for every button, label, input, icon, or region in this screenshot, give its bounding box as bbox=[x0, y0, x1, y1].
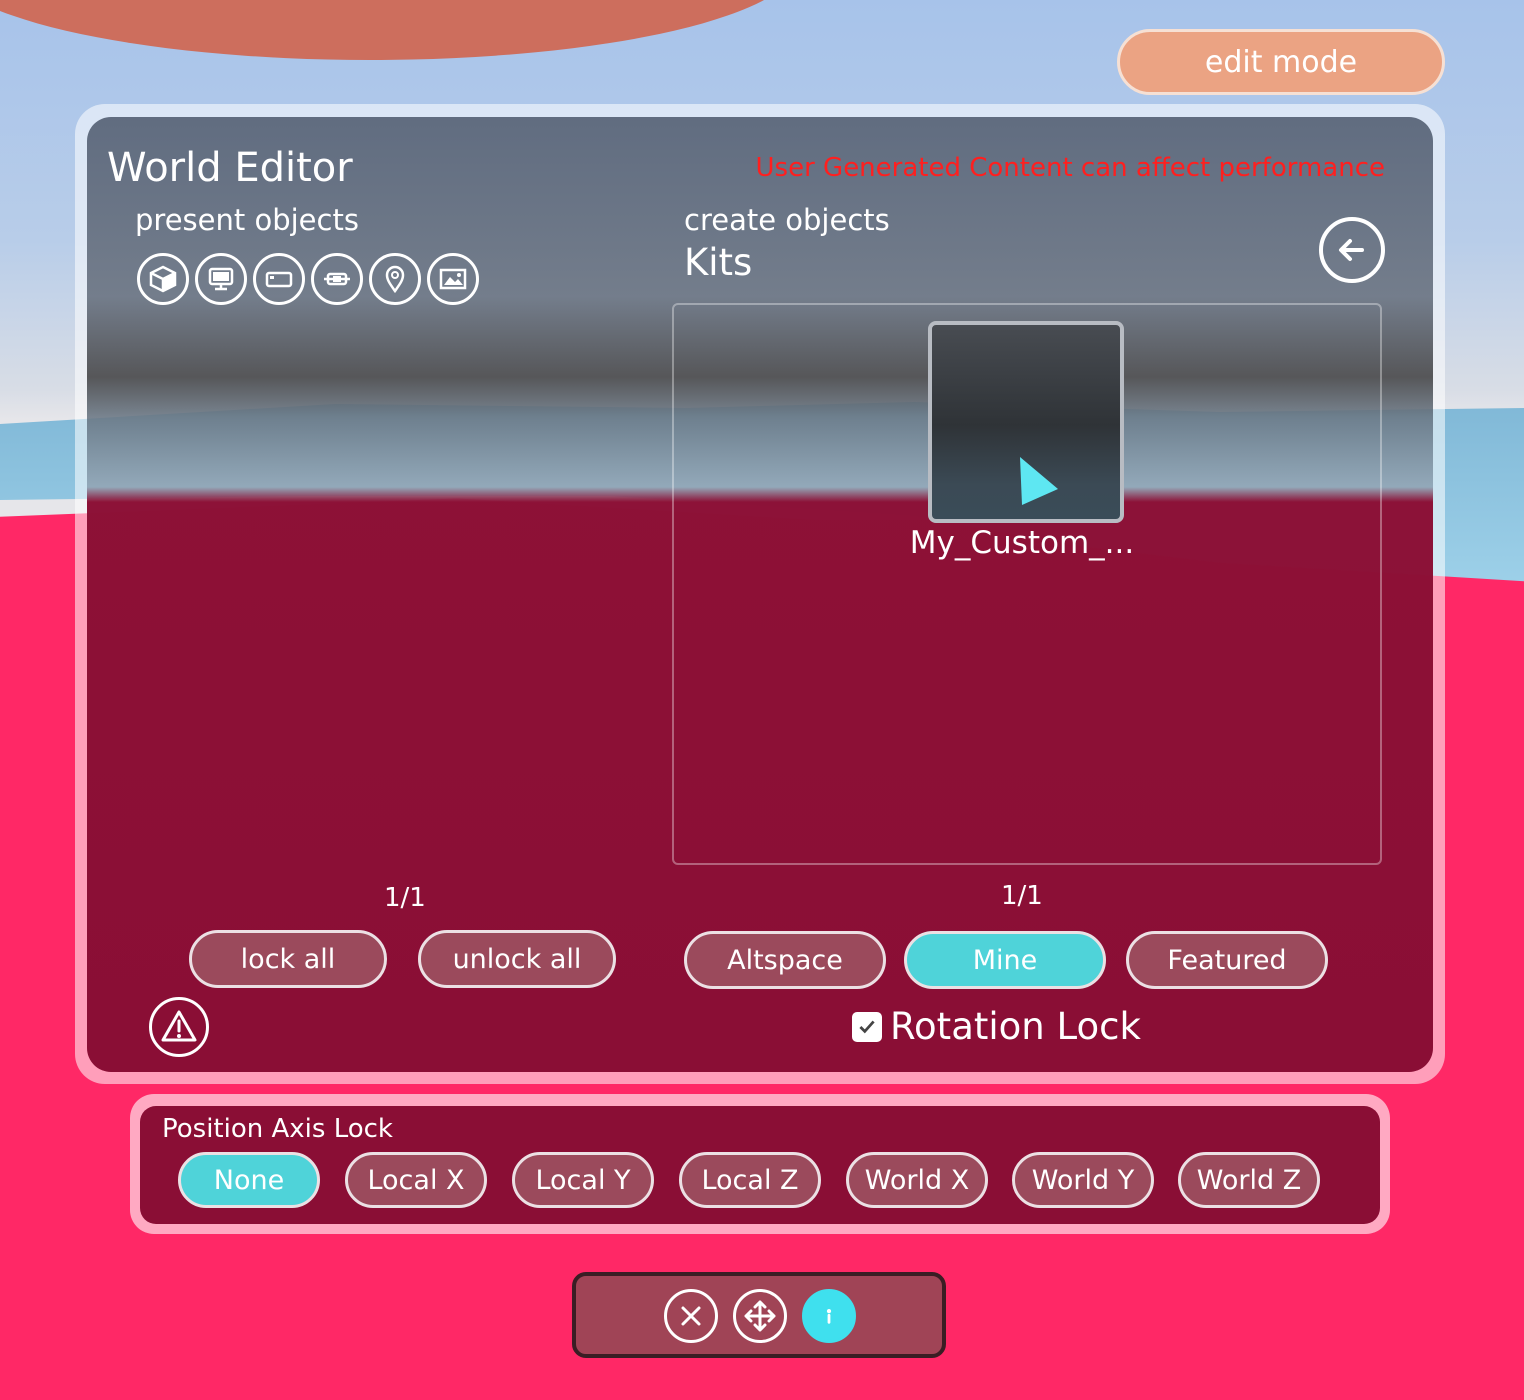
lock-all-button[interactable]: lock all bbox=[189, 930, 387, 988]
present-object-icons bbox=[137, 253, 479, 305]
axis-lock-label: Position Axis Lock bbox=[162, 1114, 393, 1144]
unlock-all-button[interactable]: unlock all bbox=[418, 930, 616, 988]
rotation-lock-checkbox[interactable] bbox=[852, 1011, 882, 1042]
axis-world-z[interactable]: World Z bbox=[1178, 1152, 1320, 1208]
move-icon bbox=[744, 1300, 776, 1332]
axis-lock-panel: Position Axis Lock None Local X Local Y … bbox=[140, 1106, 1380, 1224]
axis-world-y[interactable]: World Y bbox=[1012, 1152, 1154, 1208]
create-objects-label: create objects bbox=[684, 203, 890, 237]
present-page-indicator: 1/1 bbox=[384, 883, 426, 913]
panel-title: World Editor bbox=[107, 145, 353, 191]
location-pin-icon[interactable] bbox=[369, 253, 421, 305]
bottom-toolbar bbox=[572, 1272, 946, 1358]
play-icon bbox=[1020, 457, 1058, 505]
edit-mode-button[interactable]: edit mode bbox=[1117, 29, 1445, 95]
create-page-indicator: 1/1 bbox=[1001, 881, 1043, 911]
monitor-icon[interactable] bbox=[195, 253, 247, 305]
present-objects-label: present objects bbox=[135, 203, 359, 237]
move-button[interactable] bbox=[733, 1289, 787, 1343]
performance-warning: User Generated Content can affect perfor… bbox=[755, 153, 1385, 183]
filter-altspace[interactable]: Altspace bbox=[684, 931, 886, 989]
axis-local-y[interactable]: Local Y bbox=[512, 1152, 654, 1208]
info-icon bbox=[826, 1309, 832, 1324]
close-icon bbox=[681, 1306, 701, 1326]
teleporter-icon[interactable] bbox=[311, 253, 363, 305]
world-editor-panel: World Editor User Generated Content can … bbox=[87, 117, 1433, 1072]
back-arrow-button[interactable] bbox=[1319, 217, 1385, 283]
image-icon[interactable] bbox=[427, 253, 479, 305]
axis-local-z[interactable]: Local Z bbox=[679, 1152, 821, 1208]
kit-name: My_Custom_... bbox=[909, 525, 1135, 561]
close-button[interactable] bbox=[664, 1289, 718, 1343]
filter-mine[interactable]: Mine bbox=[904, 931, 1106, 989]
axis-local-x[interactable]: Local X bbox=[345, 1152, 487, 1208]
info-button[interactable] bbox=[802, 1289, 856, 1343]
rotation-lock-toggle[interactable]: Rotation Lock bbox=[852, 1005, 1141, 1048]
rotation-lock-label: Rotation Lock bbox=[890, 1005, 1141, 1048]
checkmark-icon bbox=[859, 1020, 875, 1033]
report-button[interactable] bbox=[149, 997, 209, 1057]
arrow-left-icon bbox=[1339, 239, 1364, 261]
axis-world-x[interactable]: World X bbox=[846, 1152, 988, 1208]
kits-title: Kits bbox=[684, 241, 753, 284]
axis-none[interactable]: None bbox=[178, 1152, 320, 1208]
cube-icon[interactable] bbox=[137, 253, 189, 305]
filter-featured[interactable]: Featured bbox=[1126, 931, 1328, 989]
card-icon[interactable] bbox=[253, 253, 305, 305]
kit-tile[interactable] bbox=[928, 321, 1124, 523]
warning-triangle-icon bbox=[161, 1010, 197, 1042]
